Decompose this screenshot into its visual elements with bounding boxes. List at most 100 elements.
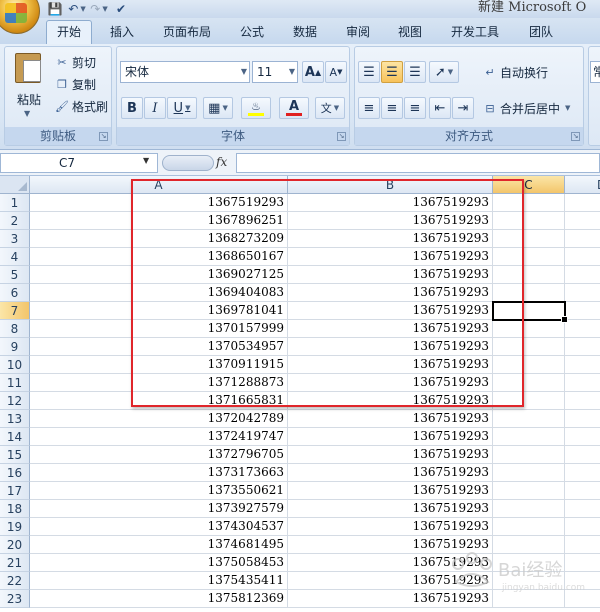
cell-d[interactable] bbox=[565, 194, 600, 212]
font-name-combo[interactable]: 宋体 ▼ bbox=[120, 61, 250, 83]
decrease-indent-button[interactable]: ⇤ bbox=[429, 97, 451, 119]
cell-a[interactable]: 1373550621 bbox=[30, 482, 288, 500]
cell-d[interactable] bbox=[565, 428, 600, 446]
cell-c[interactable] bbox=[493, 302, 565, 320]
cell-c[interactable] bbox=[493, 284, 565, 302]
cell-b[interactable]: 1367519293 bbox=[288, 266, 493, 284]
alignment-launcher-icon[interactable]: ↘ bbox=[571, 132, 580, 141]
cell-a[interactable]: 1371665831 bbox=[30, 392, 288, 410]
cell-a[interactable]: 1368273209 bbox=[30, 230, 288, 248]
cell-c[interactable] bbox=[493, 338, 565, 356]
wrap-text-button[interactable]: ↵ 自动换行 bbox=[483, 61, 548, 83]
cell-c[interactable] bbox=[493, 194, 565, 212]
column-header-d[interactable]: D bbox=[565, 176, 600, 194]
cell-b[interactable]: 1367519293 bbox=[288, 572, 493, 590]
column-header-b[interactable]: B bbox=[288, 176, 493, 194]
cell-c[interactable] bbox=[493, 464, 565, 482]
save-icon[interactable]: 💾 bbox=[46, 1, 64, 17]
cell-d[interactable] bbox=[565, 572, 600, 590]
cell-b[interactable]: 1367519293 bbox=[288, 284, 493, 302]
cell-d[interactable] bbox=[565, 302, 600, 320]
row-header[interactable]: 13 bbox=[0, 410, 30, 428]
row-header[interactable]: 9 bbox=[0, 338, 30, 356]
row-header[interactable]: 1 bbox=[0, 194, 30, 212]
cell-b[interactable]: 1367519293 bbox=[288, 230, 493, 248]
row-header[interactable]: 10 bbox=[0, 356, 30, 374]
cell-a[interactable]: 1369027125 bbox=[30, 266, 288, 284]
row-header[interactable]: 12 bbox=[0, 392, 30, 410]
cell-c[interactable] bbox=[493, 410, 565, 428]
cell-a[interactable]: 1375058453 bbox=[30, 554, 288, 572]
row-header[interactable]: 16 bbox=[0, 464, 30, 482]
paste-dropdown-icon[interactable]: ▼ bbox=[24, 109, 30, 118]
row-header[interactable]: 7 bbox=[0, 302, 30, 320]
tab-formulas[interactable]: 公式 bbox=[240, 22, 264, 44]
cell-c[interactable] bbox=[493, 518, 565, 536]
column-header-a[interactable]: A bbox=[30, 176, 288, 194]
row-header[interactable]: 14 bbox=[0, 428, 30, 446]
row-header[interactable]: 21 bbox=[0, 554, 30, 572]
cell-d[interactable] bbox=[565, 500, 600, 518]
cell-b[interactable]: 1367519293 bbox=[288, 338, 493, 356]
cell-a[interactable]: 1370534957 bbox=[30, 338, 288, 356]
cell-d[interactable] bbox=[565, 356, 600, 374]
cell-a[interactable]: 1369781041 bbox=[30, 302, 288, 320]
clipboard-launcher-icon[interactable]: ↘ bbox=[99, 132, 108, 141]
cell-d[interactable] bbox=[565, 482, 600, 500]
cell-c[interactable] bbox=[493, 482, 565, 500]
chevron-down-icon[interactable]: ▼ bbox=[143, 156, 149, 165]
tab-team[interactable]: 团队 bbox=[529, 22, 553, 44]
copy-button[interactable]: ❐ 复制 bbox=[55, 75, 96, 93]
align-bottom-button[interactable]: ☰ bbox=[404, 61, 426, 83]
formula-input[interactable] bbox=[236, 153, 600, 173]
cell-c[interactable] bbox=[493, 212, 565, 230]
cell-a[interactable]: 1375435411 bbox=[30, 572, 288, 590]
cell-c[interactable] bbox=[493, 428, 565, 446]
phonetic-guide-button[interactable]: 文 ▼ bbox=[315, 97, 345, 119]
cell-a[interactable]: 1371288873 bbox=[30, 374, 288, 392]
row-header[interactable]: 8 bbox=[0, 320, 30, 338]
tab-review[interactable]: 审阅 bbox=[346, 22, 370, 44]
cell-d[interactable] bbox=[565, 374, 600, 392]
grow-font-button[interactable]: A ▲ bbox=[302, 61, 324, 83]
tab-insert[interactable]: 插入 bbox=[110, 22, 134, 44]
italic-button[interactable]: I bbox=[144, 97, 166, 119]
row-header[interactable]: 22 bbox=[0, 572, 30, 590]
fill-color-button[interactable]: ♨ bbox=[241, 97, 271, 119]
cell-d[interactable] bbox=[565, 518, 600, 536]
cell-b[interactable]: 1367519293 bbox=[288, 536, 493, 554]
row-header[interactable]: 5 bbox=[0, 266, 30, 284]
cell-a[interactable]: 1368650167 bbox=[30, 248, 288, 266]
shrink-font-button[interactable]: A ▼ bbox=[325, 61, 347, 83]
cell-d[interactable] bbox=[565, 446, 600, 464]
cell-c[interactable] bbox=[493, 248, 565, 266]
cell-a[interactable]: 1372419747 bbox=[30, 428, 288, 446]
cell-b[interactable]: 1367519293 bbox=[288, 356, 493, 374]
cell-a[interactable]: 1370911915 bbox=[30, 356, 288, 374]
cell-d[interactable] bbox=[565, 410, 600, 428]
align-center-button[interactable]: ≡ bbox=[381, 97, 403, 119]
underline-button[interactable]: U ▼ bbox=[167, 97, 197, 119]
cell-d[interactable] bbox=[565, 338, 600, 356]
borders-button[interactable]: ▦ ▼ bbox=[203, 97, 233, 119]
row-header[interactable]: 20 bbox=[0, 536, 30, 554]
cell-b[interactable]: 1367519293 bbox=[288, 302, 493, 320]
customize-icon[interactable]: ✔ bbox=[112, 1, 130, 17]
cell-c[interactable] bbox=[493, 374, 565, 392]
row-header[interactable]: 15 bbox=[0, 446, 30, 464]
cell-d[interactable] bbox=[565, 554, 600, 572]
redo-icon[interactable]: ↷ ▼ bbox=[90, 1, 108, 17]
cell-d[interactable] bbox=[565, 266, 600, 284]
cell-d[interactable] bbox=[565, 230, 600, 248]
insert-function-icon[interactable]: fx bbox=[216, 155, 227, 169]
cell-a[interactable]: 1373173663 bbox=[30, 464, 288, 482]
row-header[interactable]: 11 bbox=[0, 374, 30, 392]
cell-c[interactable] bbox=[493, 554, 565, 572]
cell-d[interactable] bbox=[565, 212, 600, 230]
cell-c[interactable] bbox=[493, 572, 565, 590]
cell-a[interactable]: 1372042789 bbox=[30, 410, 288, 428]
cell-d[interactable] bbox=[565, 590, 600, 608]
font-launcher-icon[interactable]: ↘ bbox=[337, 132, 346, 141]
select-all-button[interactable] bbox=[0, 176, 30, 194]
cell-d[interactable] bbox=[565, 392, 600, 410]
